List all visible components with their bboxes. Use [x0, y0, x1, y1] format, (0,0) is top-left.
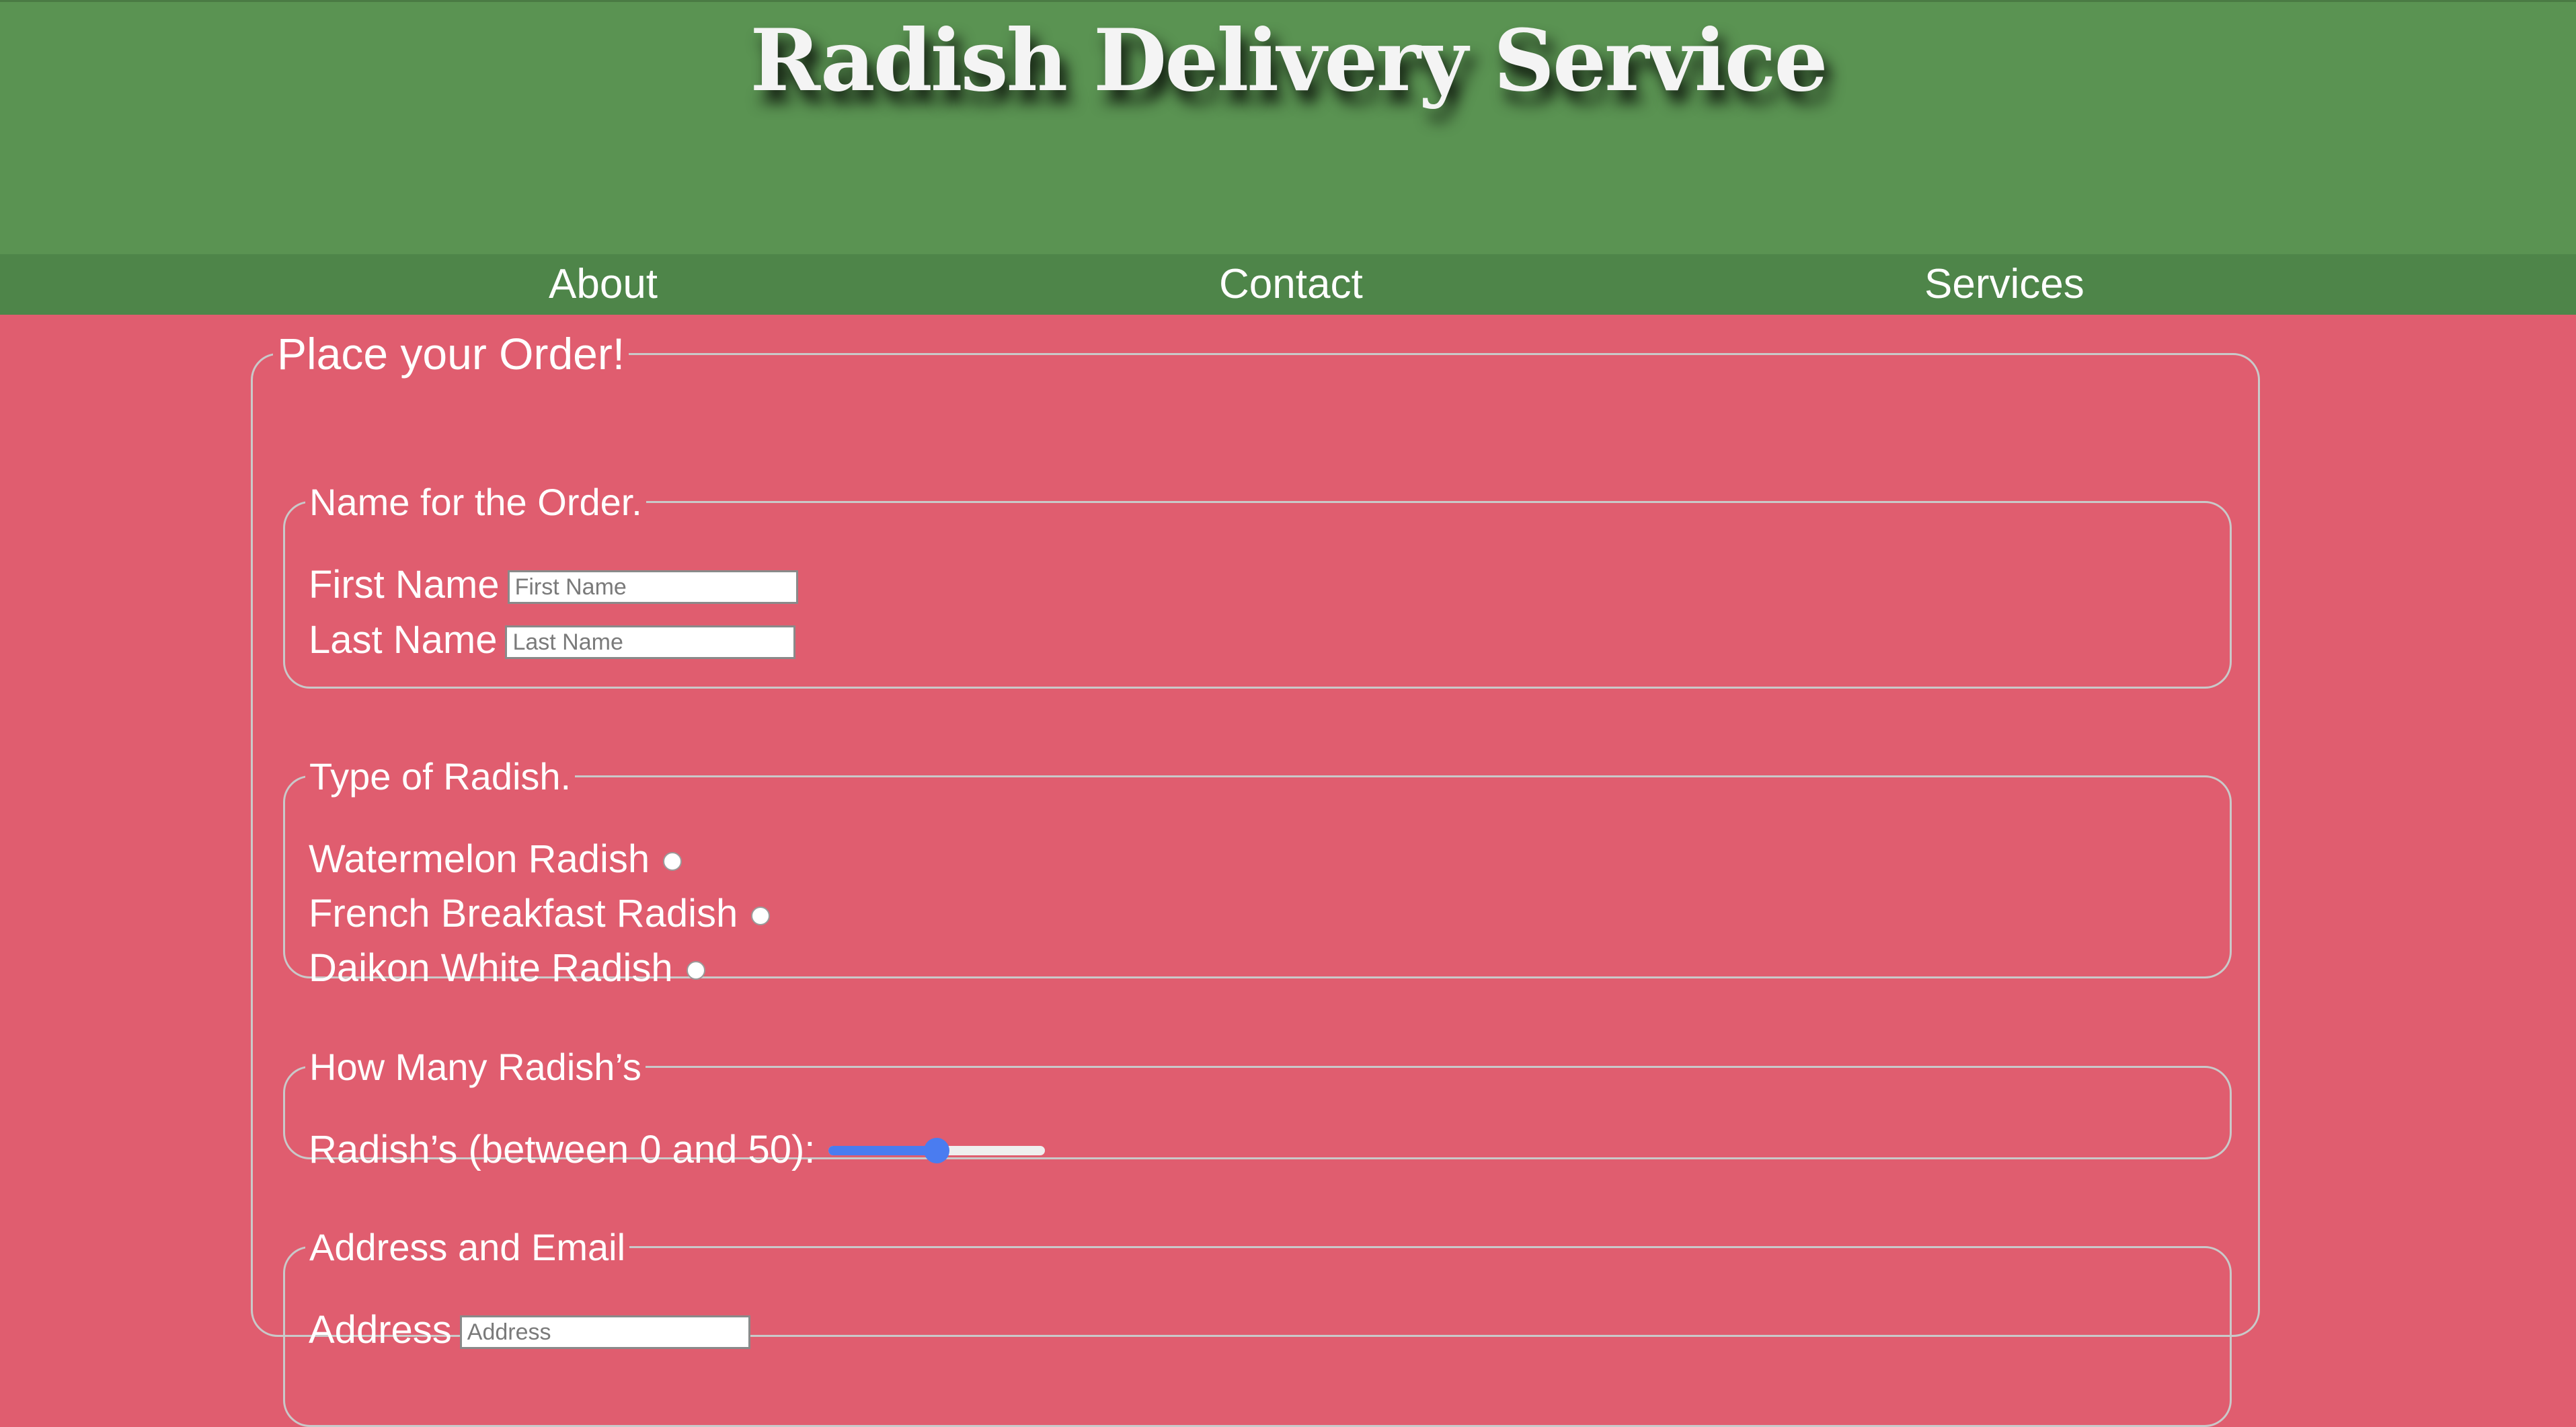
- radish-option-daikon: Daikon White Radish: [309, 945, 705, 992]
- site-title: Radish Delivery Service: [750, 11, 1828, 110]
- last-name-label: Last Name: [309, 618, 498, 662]
- radio-watermelon-radish[interactable]: [663, 852, 682, 871]
- order-form: Place your Order! Name for the Order. Fi…: [251, 328, 2260, 1427]
- first-name-row: First Name: [309, 562, 798, 609]
- radish-option-label: French Breakfast Radish: [309, 892, 738, 935]
- order-form-legend: Place your Order!: [277, 329, 625, 379]
- radio-daikon-white-radish[interactable]: [686, 961, 705, 980]
- radish-option-label: Daikon White Radish: [309, 946, 673, 990]
- radish-count-row: Radish’s (between 0 and 50):: [309, 1126, 1046, 1173]
- nav-item-contact[interactable]: Contact: [1219, 254, 1363, 315]
- radish-type-section: Type of Radish. Watermelon Radish French…: [283, 755, 2232, 990]
- nav-item-services[interactable]: Services: [1924, 254, 2084, 315]
- radish-option-label: Watermelon Radish: [309, 837, 650, 881]
- slider-fill: [828, 1146, 937, 1155]
- last-name-row: Last Name: [309, 617, 796, 664]
- radish-count-legend: How Many Radish’s: [309, 1046, 641, 1088]
- first-name-label: First Name: [309, 563, 500, 607]
- main-nav: About Contact Services: [0, 254, 2576, 315]
- nav-item-about[interactable]: About: [549, 254, 658, 315]
- last-name-input[interactable]: [505, 625, 796, 659]
- radish-count-section: How Many Radish’s Radish’s (between 0 an…: [283, 1045, 2232, 1171]
- address-label: Address: [309, 1308, 452, 1352]
- radio-french-breakfast-radish[interactable]: [751, 907, 771, 925]
- radish-type-legend: Type of Radish.: [309, 755, 572, 798]
- site-header: Radish Delivery Service: [0, 0, 2576, 254]
- radish-count-slider[interactable]: [828, 1136, 1046, 1163]
- radish-count-label: Radish’s (between 0 and 50):: [309, 1128, 816, 1171]
- address-email-legend: Address and Email: [309, 1226, 626, 1268]
- address-input[interactable]: [459, 1315, 750, 1349]
- radish-option-french-breakfast: French Breakfast Radish: [309, 890, 771, 937]
- radish-option-watermelon: Watermelon Radish: [309, 836, 682, 883]
- name-section-legend: Name for the Order.: [309, 481, 642, 523]
- name-section: Name for the Order. First Name Last Name: [283, 480, 2232, 689]
- first-name-input[interactable]: [507, 570, 798, 604]
- slider-thumb[interactable]: [924, 1138, 950, 1163]
- address-email-section: Address and Email Address: [283, 1225, 2232, 1427]
- address-row: Address: [309, 1307, 750, 1354]
